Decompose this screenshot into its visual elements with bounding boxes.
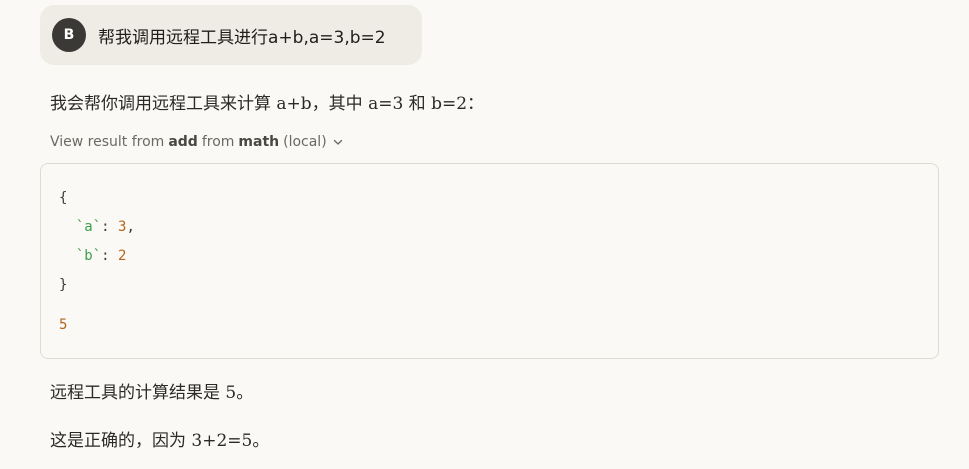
tool-name: add xyxy=(168,134,198,150)
view-tool-result-toggle[interactable]: View result from add from math (local) xyxy=(50,134,343,150)
assistant-verify-text: 这是正确的，因为 3+2=5。 xyxy=(50,431,270,451)
tool-server-scope: (local) xyxy=(283,134,327,150)
json-value-b: 2 xyxy=(118,248,127,264)
json-key-b: `b` xyxy=(75,248,102,264)
chevron-down-icon[interactable] xyxy=(333,137,343,147)
json-key-a: `a` xyxy=(75,219,102,235)
json-close-brace: } xyxy=(59,277,68,293)
tool-result-panel: { `a`: 3, `b`: 2 } 5 xyxy=(40,163,939,359)
tool-toggle-prefix: View result from xyxy=(50,134,165,150)
user-avatar: B xyxy=(52,18,86,52)
user-message-bubble: B 帮我调用远程工具进行a+b,a=3,b=2 xyxy=(40,5,422,65)
tool-output-value: 5 xyxy=(59,317,68,333)
json-open-brace: { xyxy=(59,190,68,206)
assistant-intro-text: 我会帮你调用远程工具来计算 a+b，其中 a=3 和 b=2： xyxy=(50,94,485,114)
json-sep-a: : xyxy=(101,219,119,235)
tool-server-name: math xyxy=(238,134,280,150)
json-sep-b: : xyxy=(101,248,119,264)
assistant-result-text: 远程工具的计算结果是 5。 xyxy=(50,383,254,403)
json-trail-a: , xyxy=(126,219,135,235)
tool-toggle-joiner: from xyxy=(201,134,235,150)
user-message-text: 帮我调用远程工具进行a+b,a=3,b=2 xyxy=(98,27,386,48)
tool-input-json: { `a`: 3, `b`: 2 } xyxy=(59,184,135,300)
